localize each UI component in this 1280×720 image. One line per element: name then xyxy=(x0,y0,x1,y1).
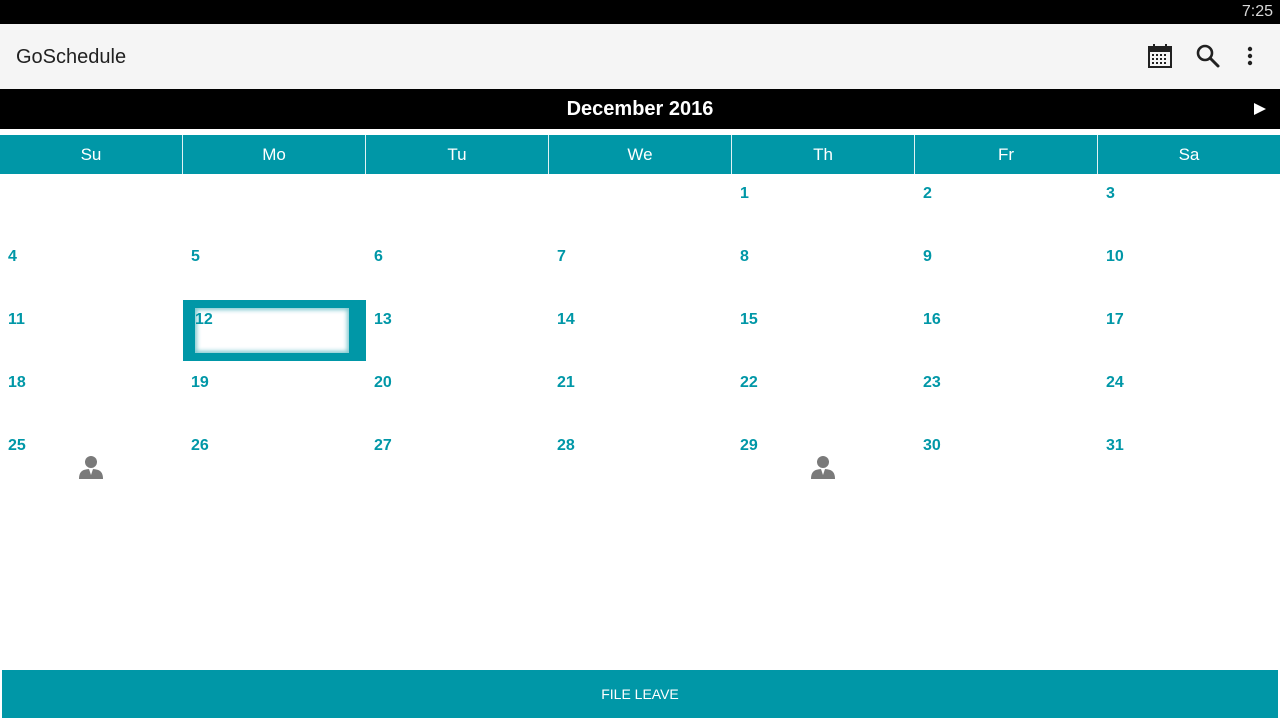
overflow-menu-button[interactable] xyxy=(1226,32,1274,80)
search-button[interactable] xyxy=(1184,32,1232,80)
calendar-day[interactable]: 28 xyxy=(549,426,732,489)
day-number: 2 xyxy=(923,185,932,202)
weekday-label: Sa xyxy=(1178,145,1200,164)
day-number: 13 xyxy=(374,311,392,328)
day-number: 26 xyxy=(191,437,209,454)
day-number: 14 xyxy=(557,311,575,328)
day-number: 7 xyxy=(557,248,566,265)
calendar-day[interactable]: 19 xyxy=(183,363,366,426)
weekday-label: We xyxy=(549,135,732,174)
app-title: GoSchedule xyxy=(16,46,127,68)
day-number: 23 xyxy=(923,374,941,391)
calendar-day[interactable]: 9 xyxy=(915,237,1098,300)
day-number: 27 xyxy=(374,437,392,454)
day-number: 1 xyxy=(740,185,749,202)
day-number: 9 xyxy=(923,248,932,265)
calendar-button[interactable] xyxy=(1136,32,1184,80)
file-leave-button[interactable]: FILE LEAVE xyxy=(2,670,1278,718)
calendar-day[interactable]: 27 xyxy=(366,426,549,489)
calendar-day[interactable]: 26 xyxy=(183,426,366,489)
status-time: 7:25 xyxy=(1241,3,1273,20)
weekday-label: Fr xyxy=(915,135,1098,174)
calendar-day[interactable]: 13 xyxy=(366,300,549,363)
calendar-day[interactable]: 4 xyxy=(0,237,183,300)
search-icon xyxy=(1196,44,1220,68)
calendar-day[interactable]: 15 xyxy=(732,300,915,363)
calendar-day[interactable]: 3 xyxy=(1098,174,1280,237)
month-bar: December 2016 xyxy=(0,89,1280,129)
calendar-day[interactable]: 21 xyxy=(549,363,732,426)
calendar-day[interactable]: 23 xyxy=(915,363,1098,426)
calendar-day[interactable]: 11 xyxy=(0,300,183,363)
calendar-day[interactable]: 8 xyxy=(732,237,915,300)
calendar-day[interactable]: 18 xyxy=(0,363,183,426)
day-number: 24 xyxy=(1106,374,1124,391)
weekday-label: Mo xyxy=(183,135,366,174)
day-number: 17 xyxy=(1106,311,1124,328)
day-number: 31 xyxy=(1106,437,1124,454)
selected-day-highlight xyxy=(195,308,349,353)
next-month-button[interactable] xyxy=(1250,99,1270,119)
calendar-day[interactable]: 14 xyxy=(549,300,732,363)
day-number: 15 xyxy=(740,311,758,328)
day-number: 25 xyxy=(8,437,26,454)
calendar-day[interactable]: 7 xyxy=(549,237,732,300)
day-number: 6 xyxy=(374,248,383,265)
day-number: 20 xyxy=(374,374,392,391)
day-number: 10 xyxy=(1106,248,1124,265)
day-number: 4 xyxy=(8,248,17,265)
status-bar: 7:25 xyxy=(0,0,1280,24)
weekday-label: Su xyxy=(0,135,183,174)
day-number: 11 xyxy=(8,311,25,328)
calendar-day[interactable]: 20 xyxy=(366,363,549,426)
calendar-day[interactable]: 5 xyxy=(183,237,366,300)
app-bar: GoSchedule xyxy=(0,24,1280,89)
calendar-day-selected[interactable]: 12 xyxy=(183,300,366,361)
calendar-day[interactable]: 1 xyxy=(732,174,915,237)
calendar-day[interactable]: 6 xyxy=(366,237,549,300)
weekday-label: Tu xyxy=(366,135,549,174)
month-title: December 2016 xyxy=(566,98,714,120)
weekday-label: Th xyxy=(732,135,915,174)
day-number: 28 xyxy=(557,437,575,454)
day-number: 18 xyxy=(8,374,26,391)
weekday-header: Su Mo Tu We Th Fr Sa xyxy=(0,135,1280,174)
more-vert-icon xyxy=(1247,46,1253,66)
day-number: 21 xyxy=(557,374,575,391)
play-arrow-icon xyxy=(1254,103,1266,115)
day-number: 3 xyxy=(1106,185,1115,202)
calendar-day[interactable]: 25 xyxy=(0,426,183,489)
calendar-day[interactable]: 16 xyxy=(915,300,1098,363)
calendar-day[interactable]: 10 xyxy=(1098,237,1280,300)
calendar-grid: 1 2 3 4 5 6 7 8 9 10 11 12 13 14 15 16 17 18 19 20 21 22 23 24 2… xyxy=(0,174,1280,489)
day-number: 29 xyxy=(740,437,758,454)
calendar-day[interactable]: 17 xyxy=(1098,300,1280,363)
day-number: 30 xyxy=(923,437,941,454)
calendar-day[interactable]: 22 xyxy=(732,363,915,426)
day-number: 19 xyxy=(191,374,209,391)
day-number: 5 xyxy=(191,248,200,265)
day-number: 22 xyxy=(740,374,758,391)
day-number: 12 xyxy=(195,311,213,328)
calendar-day[interactable]: 24 xyxy=(1098,363,1280,426)
calendar-day[interactable]: 31 xyxy=(1098,426,1280,489)
calendar-day[interactable]: 30 xyxy=(915,426,1098,489)
calendar-icon xyxy=(1148,44,1172,68)
calendar-day[interactable]: 2 xyxy=(915,174,1098,237)
day-number: 8 xyxy=(740,248,749,265)
calendar-day[interactable]: 29 xyxy=(732,426,915,489)
day-number: 16 xyxy=(923,311,941,328)
